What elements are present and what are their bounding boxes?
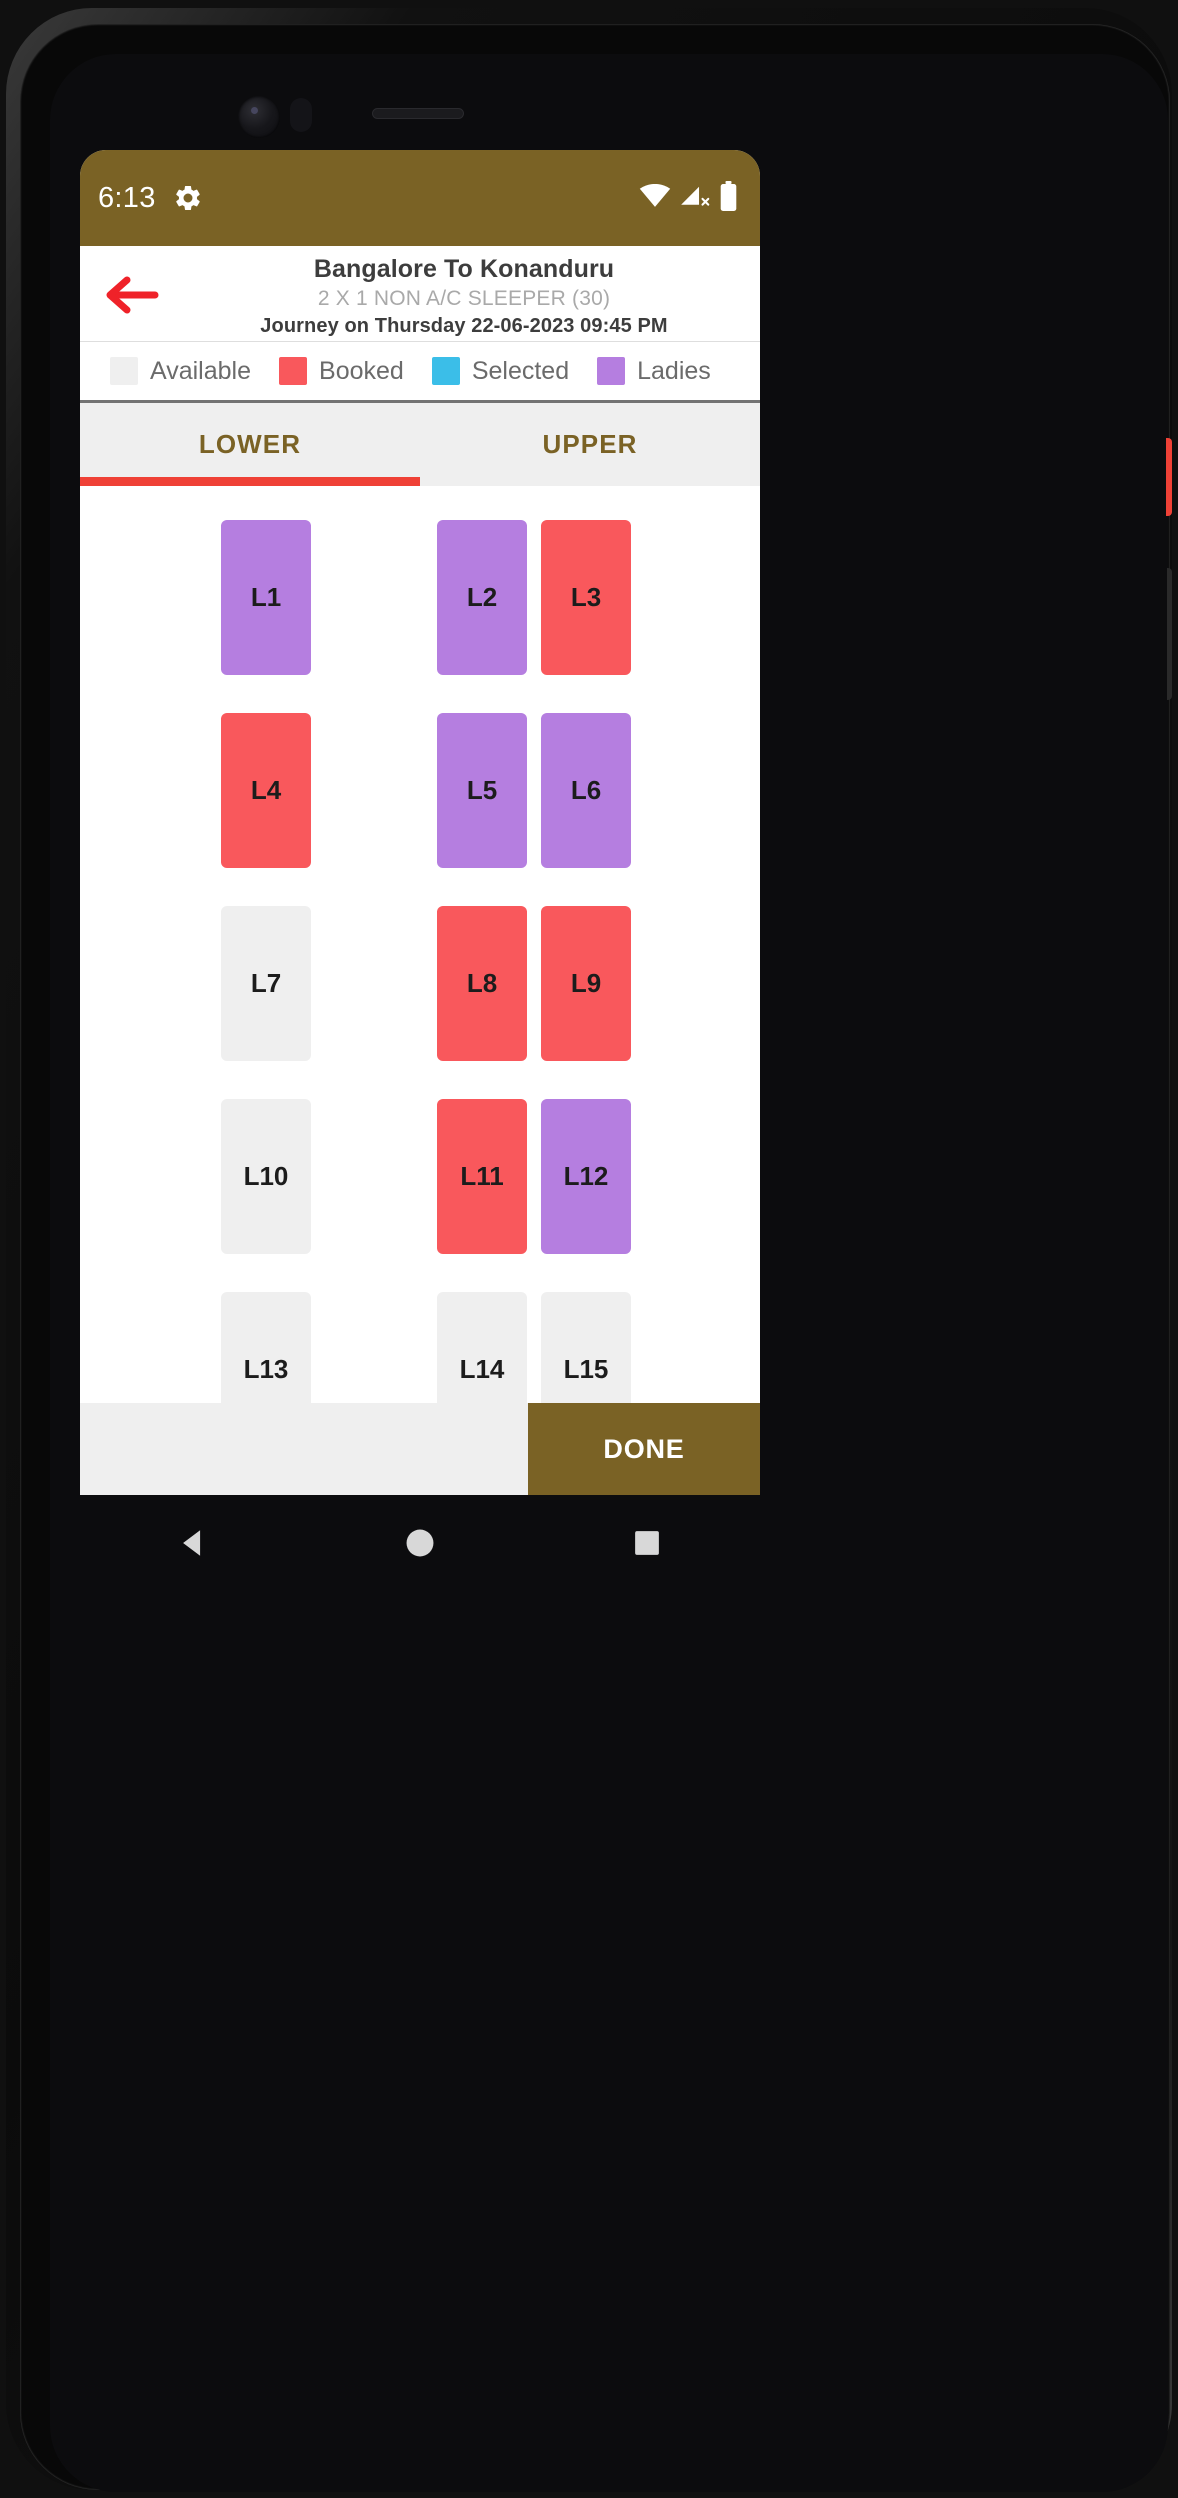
legend-swatch-ladies [597, 357, 626, 385]
seat-cell: L4 [214, 713, 318, 906]
phone-screen: 6:13 Bangalore To Konanduru 2 X 1 NON A/… [80, 150, 760, 1495]
power-button[interactable] [1166, 438, 1172, 516]
android-nav-bar [80, 1495, 760, 1591]
seat-l11[interactable]: L11 [437, 1099, 527, 1254]
app-header: Bangalore To Konanduru 2 X 1 NON A/C SLE… [80, 246, 760, 342]
seat-cell: L3 [534, 520, 638, 713]
status-bar-icons [639, 180, 738, 216]
legend-swatch-selected [431, 357, 460, 385]
legend-label-selected: Selected [471, 356, 570, 385]
seat-cell [110, 906, 214, 1099]
legend-item-booked: Booked [279, 357, 404, 386]
seat-cell: L9 [534, 906, 638, 1099]
seat-placeholder [117, 906, 207, 1061]
seat-row: L1 L2 L3 [80, 520, 760, 713]
deck-tab-bar: LOWER UPPER [80, 403, 760, 486]
seat-placeholder [117, 520, 207, 675]
legend-label-ladies: Ladies [637, 356, 711, 385]
seat-aisle-gap [318, 520, 430, 713]
cellular-signal-off-icon [680, 184, 710, 213]
legend-label-available: Available [150, 356, 252, 385]
page-title: Bangalore To Konanduru [313, 255, 615, 283]
seat-cell: L1 [214, 520, 318, 713]
earpiece-speaker [372, 108, 464, 119]
seat-l7[interactable]: L7 [221, 906, 311, 1061]
tab-upper[interactable]: UPPER [420, 403, 760, 486]
seat-cell [110, 520, 214, 713]
legend-item-ladies: Ladies [597, 357, 711, 386]
seat-cell: L2 [430, 520, 534, 713]
seat-l12[interactable]: L12 [541, 1099, 631, 1254]
proximity-sensor-icon [290, 98, 312, 132]
seat-cell [110, 1099, 214, 1292]
phone-body: 6:13 Bangalore To Konanduru 2 X 1 NON A/… [20, 24, 1170, 2492]
seat-row: L10 L11 L12 [80, 1099, 760, 1292]
seat-map: L1 L2 L3 L4 L5 L6 L7 L8 L9 L10 L11 L12 L13 L14 L15 [80, 486, 760, 1495]
seat-aisle-gap [318, 1099, 430, 1292]
android-home-circle-icon[interactable] [380, 1513, 460, 1573]
back-arrow-icon [106, 276, 159, 314]
seat-l3[interactable]: L3 [541, 520, 631, 675]
seat-placeholder [117, 1099, 207, 1254]
android-recents-square-icon[interactable] [607, 1513, 687, 1573]
seat-l8[interactable]: L8 [437, 906, 527, 1061]
bus-type-label: 2 X 1 NON A/C SLEEPER (30) [317, 287, 611, 310]
seat-cell: L11 [430, 1099, 534, 1292]
seat-l6[interactable]: L6 [541, 713, 631, 868]
wifi-icon [639, 183, 671, 213]
header-text-block: Bangalore To Konanduru 2 X 1 NON A/C SLE… [176, 253, 752, 339]
status-bar-clock: 6:13 [98, 181, 156, 214]
seat-cell: L5 [430, 713, 534, 906]
legend-swatch-available [110, 357, 138, 385]
seat-cell: L7 [214, 906, 318, 1099]
android-back-triangle-icon[interactable] [153, 1513, 233, 1573]
legend-item-available: Available [110, 357, 251, 386]
tab-active-underline [80, 477, 420, 486]
status-bar: 6:13 [80, 150, 760, 246]
seat-cell: L10 [214, 1099, 318, 1292]
done-button[interactable]: DONE [528, 1403, 760, 1495]
seat-cell: L6 [534, 713, 638, 906]
legend-label-booked: Booked [319, 356, 404, 385]
seat-placeholder [117, 713, 207, 868]
seat-cell: L8 [430, 906, 534, 1099]
phone-frame: 6:13 Bangalore To Konanduru 2 X 1 NON A/… [6, 8, 1172, 2492]
seat-row: L7 L8 L9 [80, 906, 760, 1099]
gear-icon[interactable] [173, 183, 203, 213]
phone-bezel: 6:13 Bangalore To Konanduru 2 X 1 NON A/… [50, 54, 1168, 2492]
seat-l9[interactable]: L9 [541, 906, 631, 1061]
seat-l2[interactable]: L2 [437, 520, 527, 675]
volume-button[interactable] [1167, 568, 1172, 700]
seat-l10[interactable]: L10 [221, 1099, 311, 1254]
bottom-action-bar: DONE [80, 1403, 760, 1495]
front-camera-icon [238, 96, 280, 138]
legend-swatch-booked [279, 357, 308, 385]
battery-icon [719, 180, 738, 216]
seat-l5[interactable]: L5 [437, 713, 527, 868]
seat-legend: Available Booked Selected Ladies [80, 342, 760, 403]
seat-l4[interactable]: L4 [221, 713, 311, 868]
back-button[interactable] [100, 272, 162, 318]
seat-row: L4 L5 L6 [80, 713, 760, 906]
legend-item-selected: Selected [431, 356, 570, 386]
tab-lower[interactable]: LOWER [80, 403, 420, 486]
seat-cell: L12 [534, 1099, 638, 1292]
seat-cell [110, 713, 214, 906]
journey-info-label: Journey on Thursday 22-06-2023 09:45 PM [260, 315, 668, 337]
seat-l1[interactable]: L1 [221, 520, 311, 675]
seat-aisle-gap [318, 906, 430, 1099]
seat-aisle-gap [318, 713, 430, 906]
